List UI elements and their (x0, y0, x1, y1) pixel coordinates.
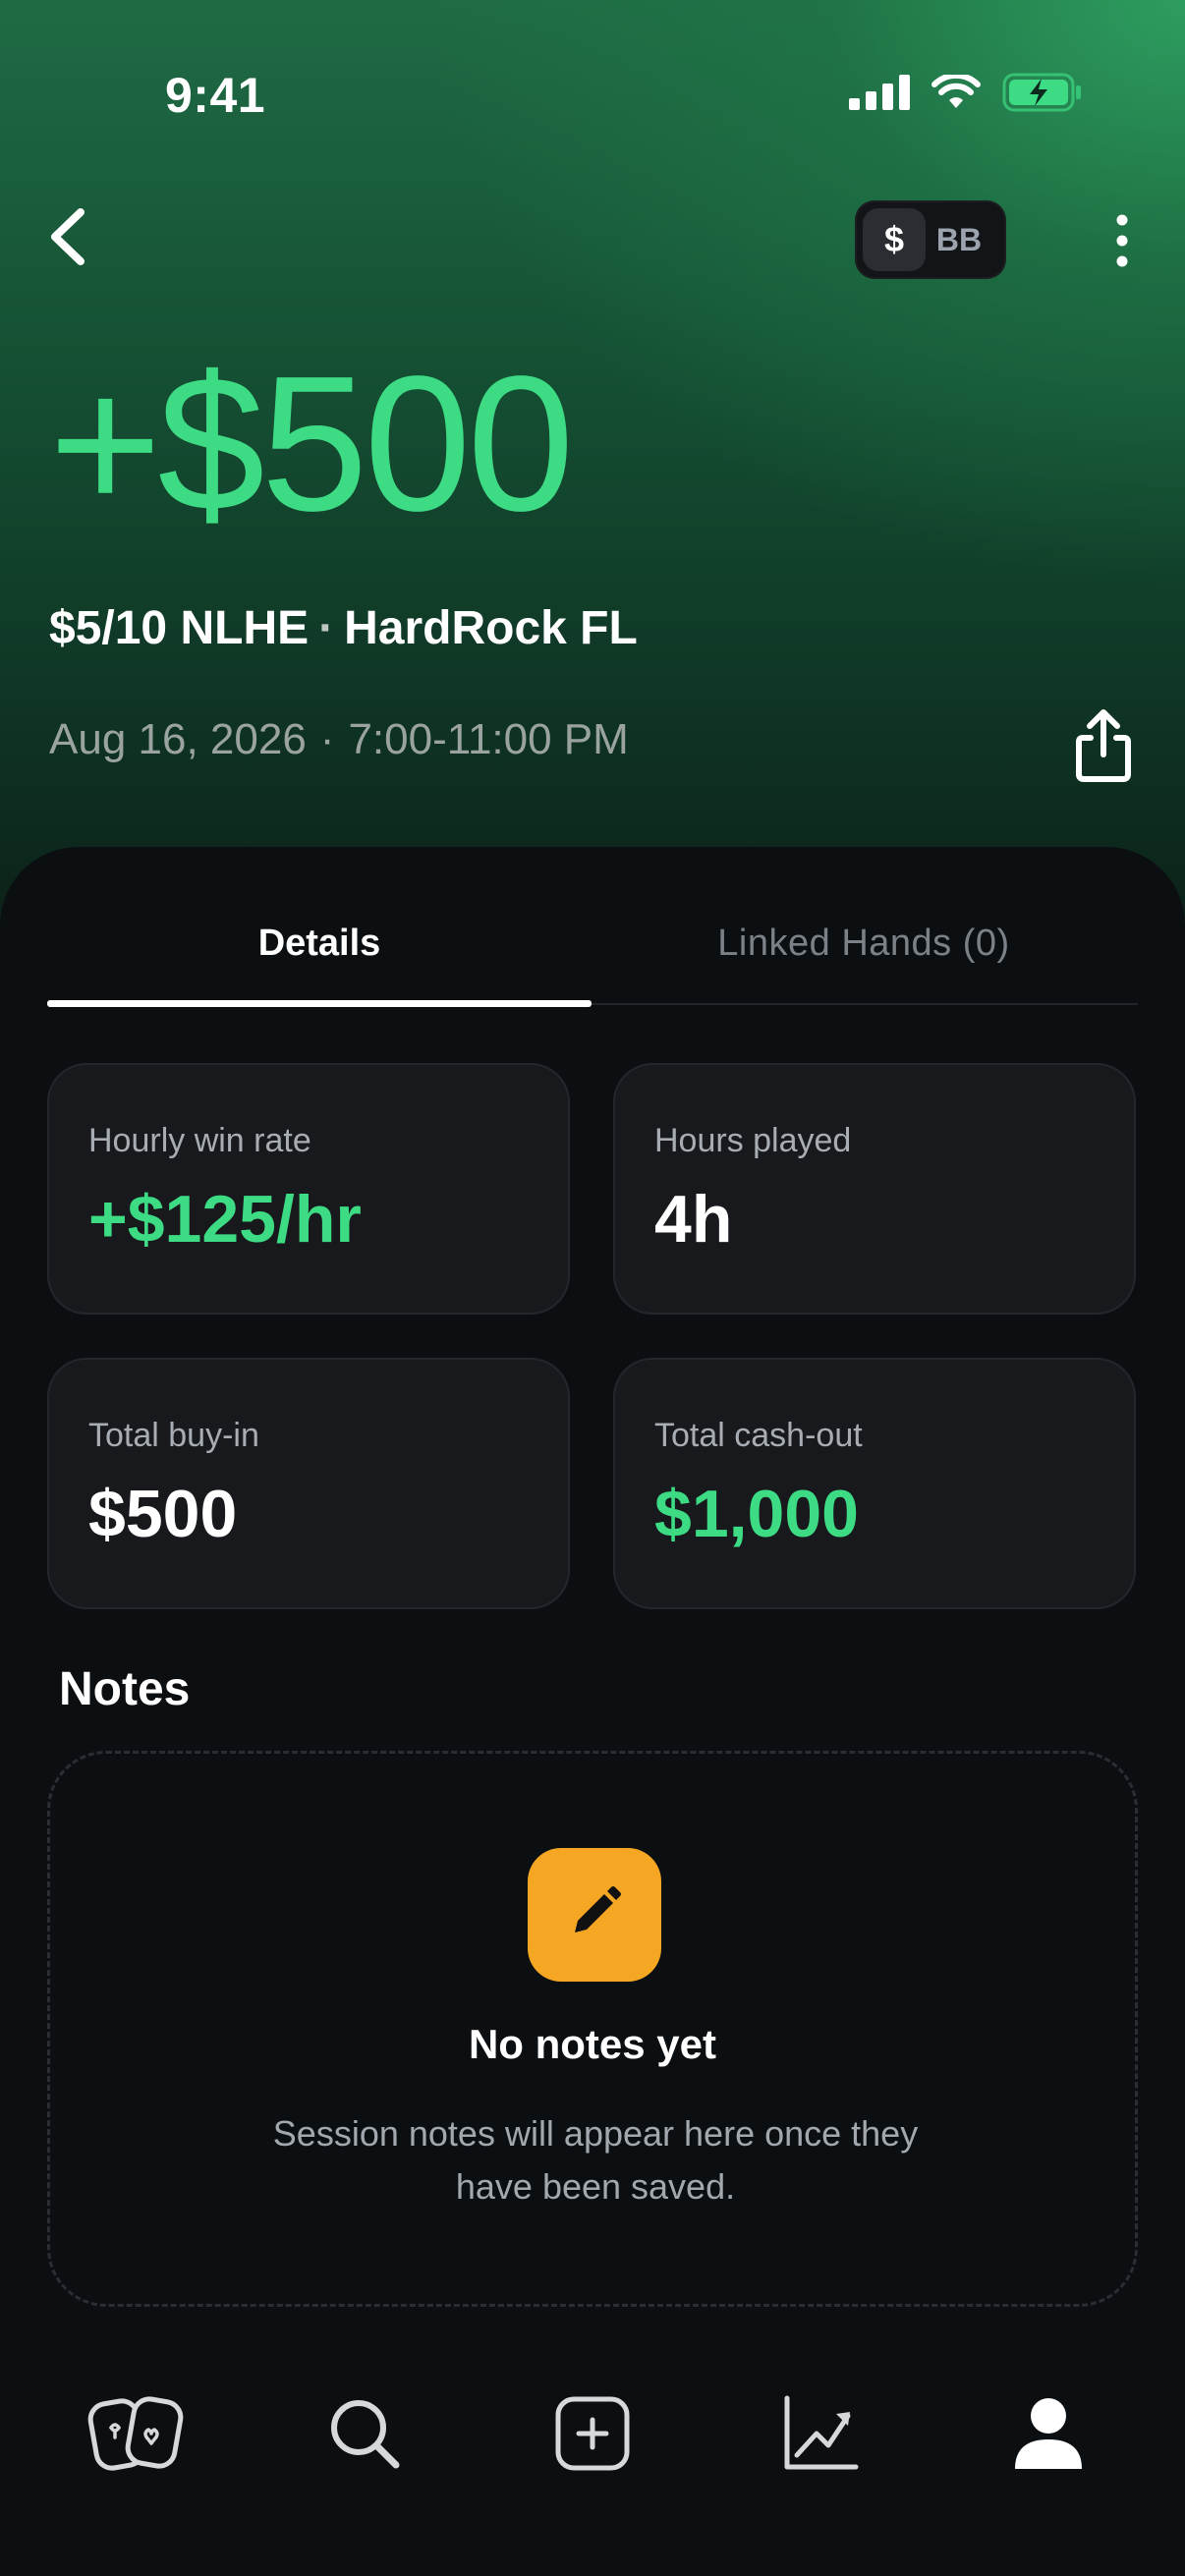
stakes: $5/10 NLHE (49, 602, 310, 654)
more-vertical-icon (1102, 214, 1142, 277)
signal-icon (849, 75, 910, 115)
stat-label: Hours played (654, 1122, 852, 1159)
game-info: $5/10 NLHE · HardRock FL (49, 601, 638, 655)
stat-card-total-cash-out: Total cash-out $1,000 (613, 1358, 1136, 1609)
add-square-icon (553, 2394, 632, 2478)
unit-option-dollar[interactable]: $ (863, 208, 926, 271)
tab-bar: Details Linked Hands (0) (47, 884, 1138, 1007)
cards-icon (87, 2394, 186, 2478)
status-time: 9:41 (165, 68, 266, 123)
notes-empty-body: Session notes will appear here once they… (272, 2113, 919, 2207)
nav-profile[interactable] (994, 2381, 1102, 2490)
stat-card-hours-played: Hours played 4h (613, 1063, 1136, 1315)
bottom-nav (0, 2358, 1185, 2576)
separator-dot: · (318, 602, 335, 654)
tab-active-indicator (47, 1000, 592, 1007)
chevron-left-icon (39, 208, 98, 275)
separator-dot: · (319, 715, 335, 763)
session-time-range: 7:00-11:00 PM (348, 715, 629, 763)
status-icons (849, 72, 1083, 117)
stat-value: $1,000 (654, 1477, 859, 1551)
session-datetime: Aug 16, 2026 · 7:00-11:00 PM (49, 715, 629, 764)
stat-value: 4h (654, 1182, 733, 1257)
wifi-icon (931, 72, 981, 115)
nav-sessions[interactable] (83, 2381, 191, 2490)
stat-card-hourly-win-rate: Hourly win rate +$125/hr (47, 1063, 570, 1315)
share-button[interactable] (1069, 707, 1138, 784)
stat-label: Total buy-in (88, 1417, 259, 1454)
profile-icon (1009, 2394, 1088, 2478)
stat-label: Hourly win rate (88, 1122, 311, 1159)
pencil-icon (563, 1881, 626, 1949)
tab-linked-hands[interactable]: Linked Hands (0) (592, 884, 1136, 1002)
unit-toggle[interactable]: $ BB (855, 200, 1006, 279)
stat-value: +$125/hr (88, 1182, 362, 1257)
venue: HardRock FL (344, 602, 638, 654)
share-icon (1069, 709, 1138, 788)
notes-empty-state[interactable]: No notes yet Session notes will appear h… (47, 1751, 1138, 2307)
nav-add[interactable] (538, 2381, 647, 2490)
nav-search[interactable] (310, 2381, 419, 2490)
more-menu-button[interactable] (1102, 208, 1142, 273)
chart-trend-icon (781, 2394, 860, 2478)
search-icon (325, 2394, 404, 2478)
unit-option-bb[interactable]: BB (928, 200, 990, 279)
tab-details[interactable]: Details (47, 884, 592, 1002)
nav-stats[interactable] (766, 2381, 875, 2490)
notes-title: Notes (59, 1663, 191, 1715)
session-date: Aug 16, 2026 (49, 715, 307, 763)
add-note-button[interactable] (528, 1848, 661, 1982)
notes-empty-title: No notes yet (468, 2021, 717, 2067)
back-button[interactable] (39, 202, 98, 271)
stat-value: $500 (88, 1477, 238, 1551)
battery-charging-icon (1002, 73, 1083, 117)
session-profit: +$500 (49, 336, 574, 551)
stat-card-total-buy-in: Total buy-in $500 (47, 1358, 570, 1609)
stat-label: Total cash-out (654, 1417, 863, 1454)
